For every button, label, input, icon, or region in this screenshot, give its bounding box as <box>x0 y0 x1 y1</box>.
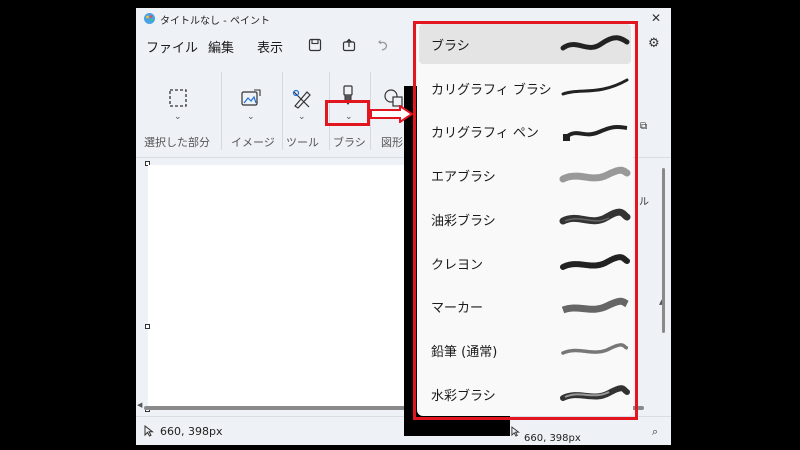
resize-handle[interactable] <box>145 324 150 329</box>
annotation-highlight-box <box>325 100 370 126</box>
annotation-arrow-icon <box>370 105 414 123</box>
chevron-down-icon[interactable]: ⌄ <box>174 112 182 122</box>
save-icon[interactable] <box>308 38 322 52</box>
ribbon-group-image: ⌄ イメージ <box>222 60 282 156</box>
settings-icon[interactable]: ⚙ <box>648 36 660 51</box>
zoom-icon[interactable]: ⌕ <box>652 425 658 439</box>
menu-edit[interactable]: 編集 <box>208 37 234 56</box>
selection-icon[interactable] <box>168 88 188 108</box>
window-title: タイトルなし - ペイント <box>160 16 270 27</box>
paint-app-icon <box>144 13 155 24</box>
ribbon-label-image: イメージ <box>231 136 275 149</box>
ribbon-group-tools: ⌄ ツール <box>283 60 329 156</box>
close-icon[interactable]: ✕ <box>651 11 661 25</box>
drawing-canvas[interactable] <box>148 165 418 410</box>
annotation-popup-highlight <box>413 21 638 420</box>
vertical-scrollbar[interactable] <box>662 168 665 333</box>
cursor-position: 660, 398px <box>160 425 223 438</box>
chevron-down-icon[interactable]: ⌄ <box>298 112 306 122</box>
ribbon-label-brushes: ブラシ <box>333 136 366 149</box>
scroll-left-icon[interactable]: ◀ <box>137 401 142 409</box>
ribbon-fragment: ル <box>639 197 649 208</box>
layers-icon[interactable]: ⧉ <box>640 121 647 132</box>
menu-file[interactable]: ファイル <box>146 37 198 56</box>
cursor-icon <box>144 425 154 437</box>
tools-icon[interactable] <box>291 88 313 110</box>
cursor-icon <box>511 426 520 437</box>
image-icon[interactable] <box>240 88 262 108</box>
share-icon[interactable] <box>342 38 356 52</box>
chevron-down-icon[interactable]: ⌄ <box>247 112 255 122</box>
cursor-position-partial: 660, 398px <box>524 433 581 444</box>
ribbon-label-selection: 選択した部分 <box>144 136 210 149</box>
menu-view[interactable]: 表示 <box>257 37 283 56</box>
ribbon-group-selection: ⌄ 選択した部分 <box>136 60 221 156</box>
ribbon-label-tools: ツール <box>286 136 319 149</box>
ribbon-label-shapes: 図形 <box>381 136 403 149</box>
undo-icon[interactable] <box>376 38 390 52</box>
